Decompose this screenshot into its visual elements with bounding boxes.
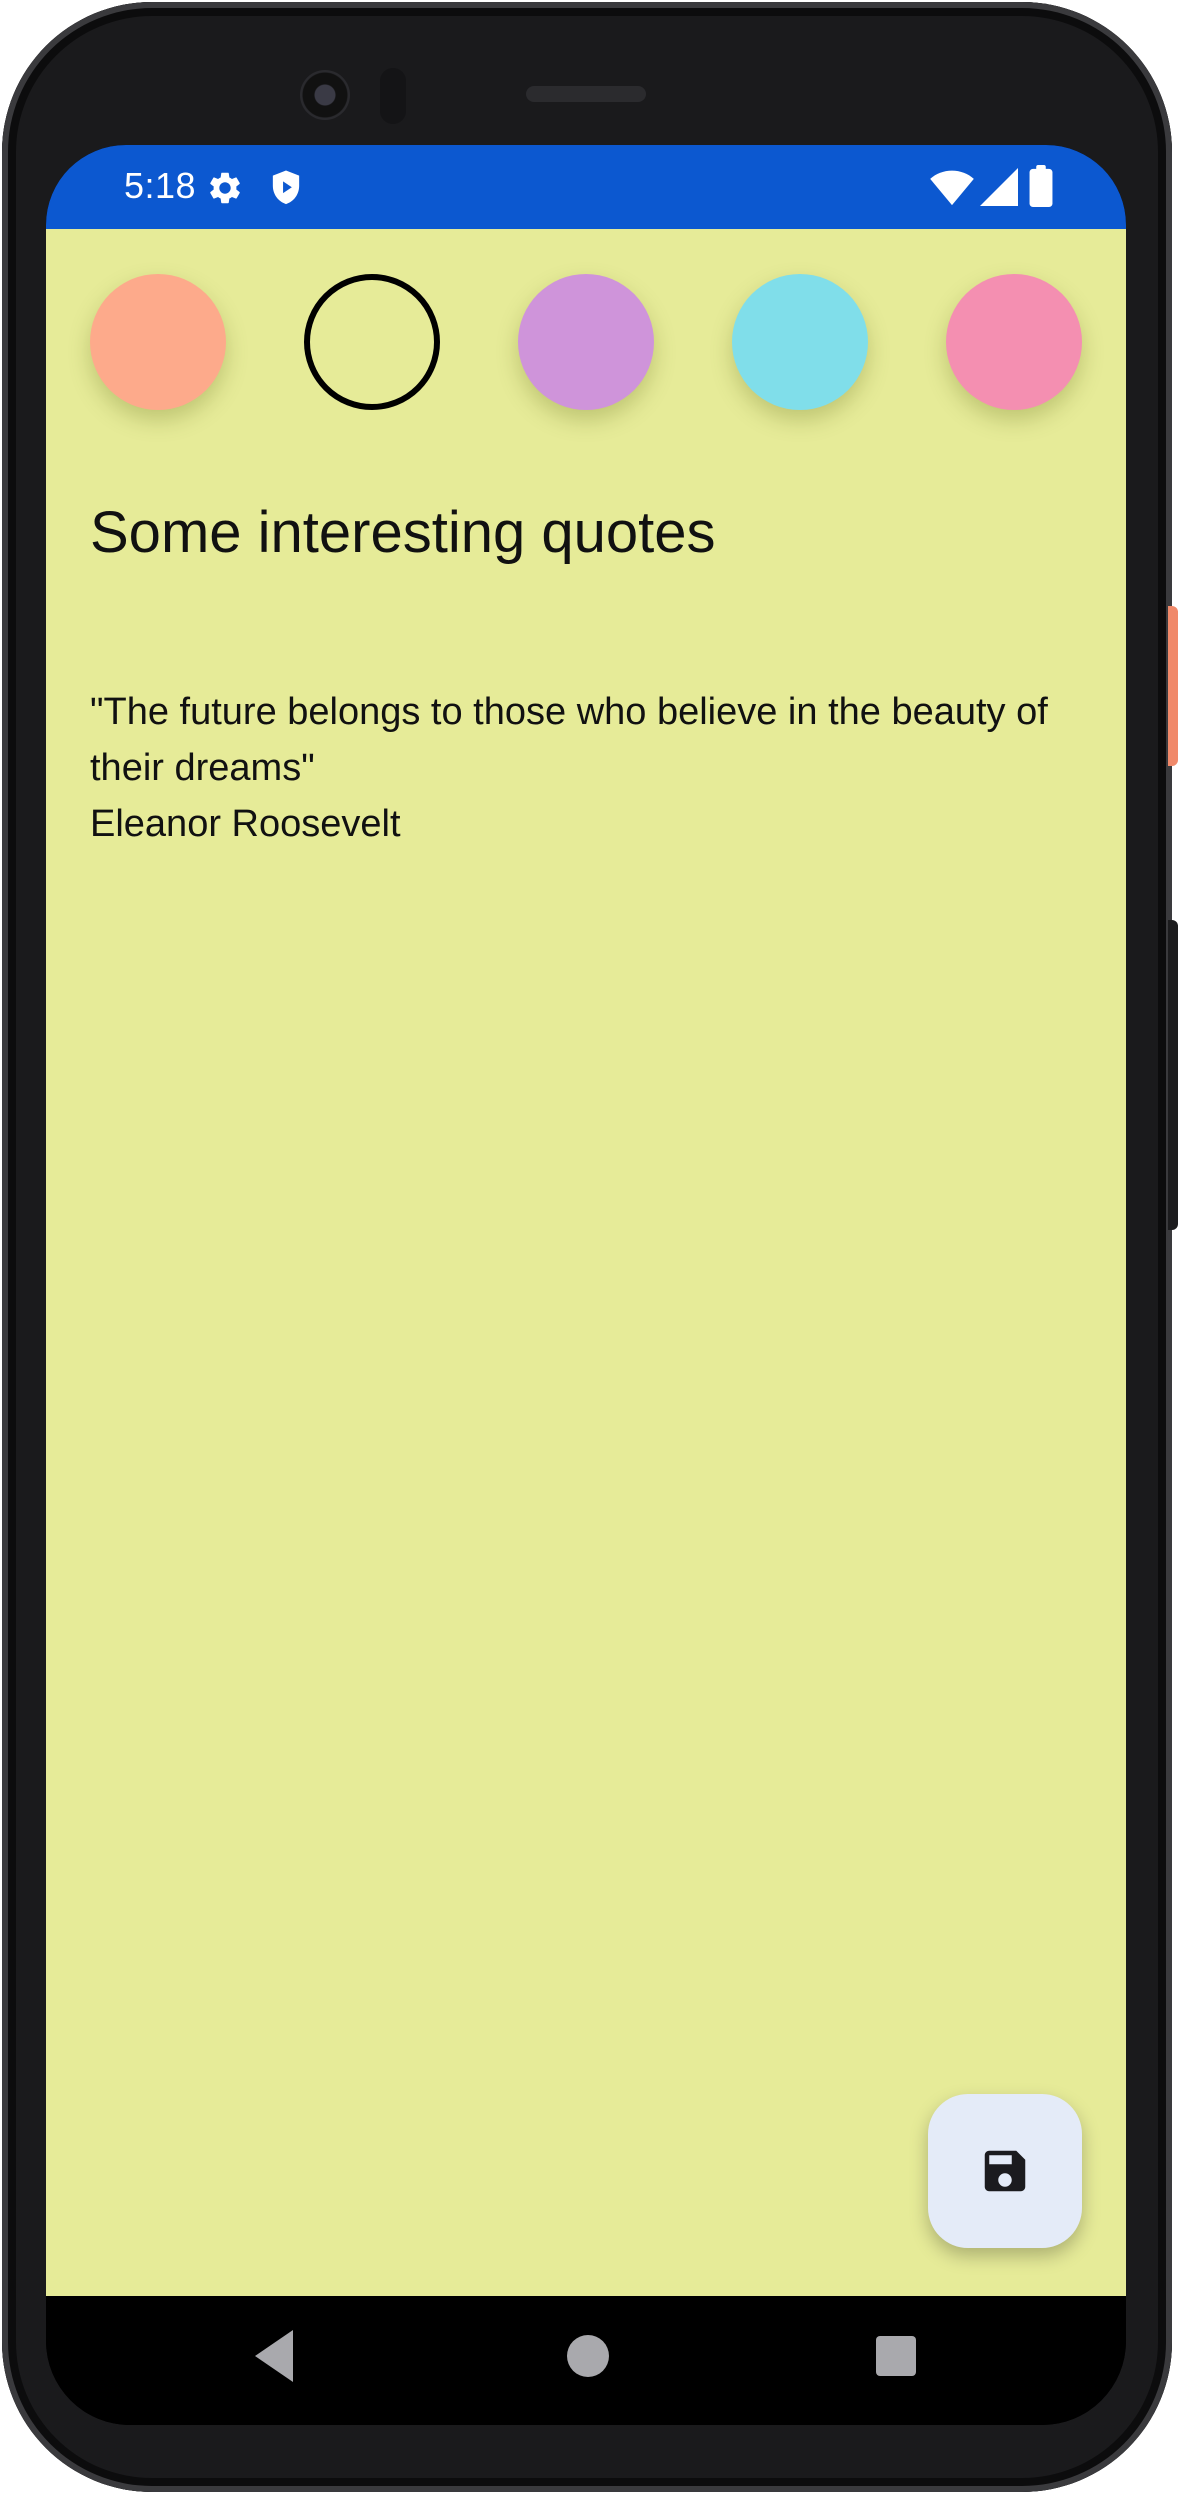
note-title-field[interactable]: Some interesting quotes (90, 499, 715, 566)
color-swatch-yellow-selected[interactable] (304, 274, 440, 410)
note-content-field[interactable]: "The future belongs to those who believe… (90, 684, 1090, 852)
recents-square-icon[interactable] (874, 2334, 918, 2383)
color-swatch-peach[interactable] (90, 274, 226, 410)
note-editor: Some interesting quotes "The future belo… (46, 229, 1126, 2296)
save-note-button[interactable] (928, 2094, 1082, 2248)
back-triangle-icon[interactable] (251, 2326, 301, 2391)
earpiece-speaker (526, 86, 646, 102)
volume-button (1168, 920, 1178, 1230)
color-swatch-purple[interactable] (518, 274, 654, 410)
device-screen: 5:18 Some interesting quotes "The future… (46, 145, 1126, 2425)
battery-icon (1029, 165, 1053, 212)
status-time: 5:18 (124, 165, 197, 206)
navigation-bar (46, 2296, 1126, 2425)
save-floppy-icon (984, 2150, 1026, 2192)
power-button (1168, 606, 1178, 766)
shield-play-icon (268, 169, 304, 212)
color-swatch-cyan[interactable] (732, 274, 868, 410)
home-circle-icon[interactable] (564, 2332, 612, 2385)
front-camera (300, 70, 350, 120)
status-bar: 5:18 (46, 145, 1126, 229)
color-swatch-pink[interactable] (946, 274, 1082, 410)
proximity-sensor (380, 68, 406, 124)
wifi-icon (930, 167, 974, 212)
cellular-signal-icon (980, 167, 1018, 212)
settings-gear-icon (206, 169, 244, 212)
